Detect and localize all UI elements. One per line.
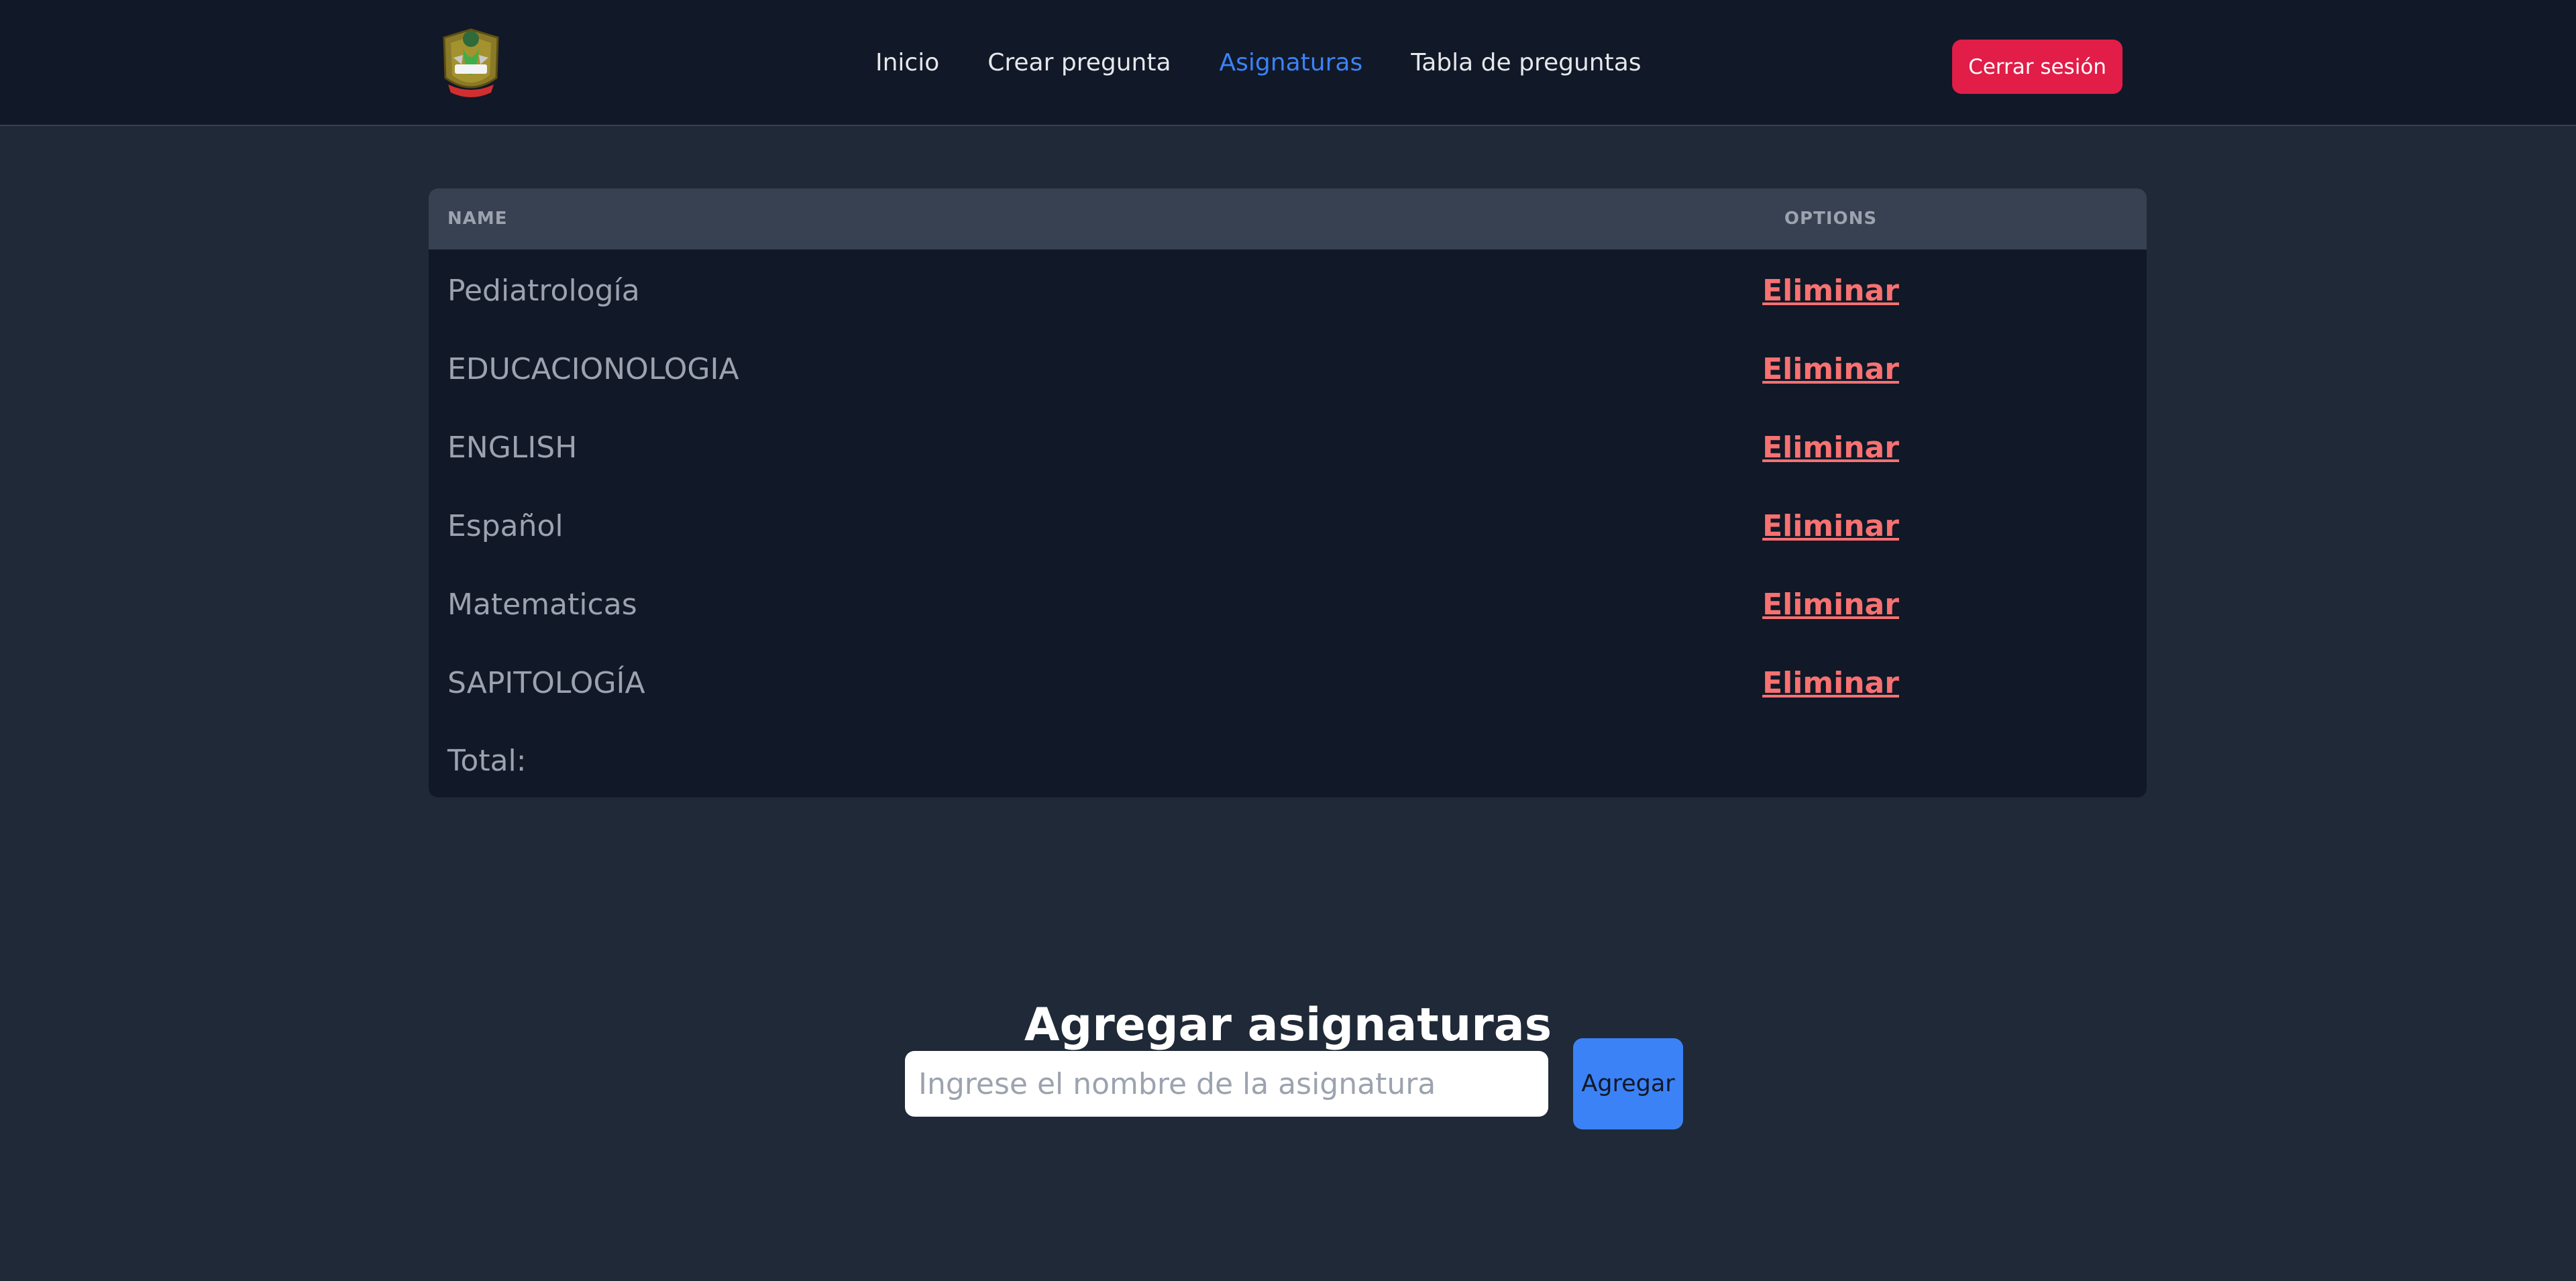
delete-link[interactable]: Eliminar — [1697, 352, 1965, 387]
delete-link[interactable]: Eliminar — [1697, 588, 1965, 622]
delete-link[interactable]: Eliminar — [1697, 509, 1965, 544]
nav-link-tabla-de-preguntas[interactable]: Tabla de preguntas — [1411, 48, 1641, 78]
table-row: ENGLISH Eliminar — [429, 406, 2147, 485]
subject-name: Matematicas — [447, 588, 637, 622]
nav-link-asignaturas[interactable]: Asignaturas — [1220, 48, 1363, 78]
add-subject-button[interactable]: Agregar — [1573, 1038, 1683, 1129]
nav-link-inicio[interactable]: Inicio — [875, 48, 939, 78]
subject-name: Pediatrología — [447, 274, 640, 308]
table-row: Español Eliminar — [429, 485, 2147, 563]
navbar: Inicio Crear pregunta Asignaturas Tabla … — [0, 0, 2576, 126]
column-header-options: OPTIONS — [1784, 209, 1878, 229]
subject-name: EDUCACIONOLOGIA — [447, 352, 739, 386]
delete-link[interactable]: Eliminar — [1697, 431, 1965, 465]
subject-name: Español — [447, 509, 564, 543]
subjects-table: NAME OPTIONS Pediatrología Eliminar EDUC… — [429, 188, 2147, 797]
subject-name: SAPITOLOGÍA — [447, 666, 645, 700]
total-label: Total: — [447, 744, 527, 778]
delete-link[interactable]: Eliminar — [1697, 666, 1965, 701]
delete-link[interactable]: Eliminar — [1697, 274, 1965, 309]
crest-icon — [443, 28, 499, 97]
column-header-name: NAME — [447, 209, 508, 229]
table-row: EDUCACIONOLOGIA Eliminar — [429, 328, 2147, 406]
logout-button[interactable]: Cerrar sesión — [1952, 40, 2123, 94]
nav-link-crear-pregunta[interactable]: Crear pregunta — [987, 48, 1171, 78]
subject-name-input[interactable] — [905, 1051, 1548, 1117]
main-nav: Inicio Crear pregunta Asignaturas Tabla … — [875, 48, 1642, 78]
subject-name: ENGLISH — [447, 431, 578, 465]
table-row: Matematicas Eliminar — [429, 563, 2147, 642]
university-logo[interactable] — [436, 25, 506, 105]
table-row: Pediatrología Eliminar — [429, 249, 2147, 328]
add-subjects-title: Agregar asignaturas — [1024, 999, 1552, 1052]
table-row: SAPITOLOGÍA Eliminar — [429, 642, 2147, 720]
table-header: NAME OPTIONS — [429, 188, 2147, 249]
